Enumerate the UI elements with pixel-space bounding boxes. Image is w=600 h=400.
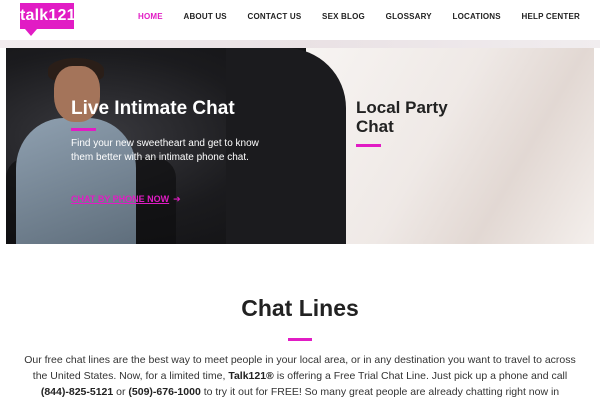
chat-by-phone-label: CHAT BY PHONE NOW bbox=[71, 194, 170, 204]
chat-lines-underline bbox=[288, 338, 312, 341]
nav-item-help-center[interactable]: HELP CENTER bbox=[521, 12, 580, 21]
arrow-right-icon: ➔ bbox=[173, 194, 181, 204]
phone-number-1[interactable]: (844)-825-5121 bbox=[41, 386, 113, 398]
live-chat-underline bbox=[71, 128, 96, 131]
live-chat-description: Find your new sweetheart and get to know… bbox=[71, 138, 259, 163]
nav-item-home[interactable]: HOME bbox=[138, 12, 163, 21]
paragraph-text-2: is offering a Free Trial Chat Line. Just… bbox=[273, 370, 568, 382]
nav-item-locations[interactable]: LOCATIONS bbox=[453, 12, 501, 21]
logo-speech-tail bbox=[25, 29, 37, 36]
hero-section: Live Intimate Chat Find your new sweethe… bbox=[6, 48, 594, 244]
chat-lines-paragraph: Our free chat lines are the best way to … bbox=[22, 352, 578, 400]
phone-number-2[interactable]: (509)-676-1000 bbox=[128, 386, 200, 398]
brand-logo[interactable]: talk121 bbox=[20, 3, 75, 29]
banner-strip bbox=[0, 40, 600, 48]
hero-right-panel[interactable] bbox=[306, 48, 594, 244]
nav-item-sex-blog[interactable]: SEX BLOG bbox=[322, 12, 365, 21]
live-chat-title: Live Intimate Chat bbox=[71, 98, 235, 119]
chat-by-phone-link[interactable]: CHAT BY PHONE NOW ➔ bbox=[71, 194, 181, 205]
paragraph-text-3: to try it out for FREE! So many great pe… bbox=[200, 386, 560, 398]
local-party-underline bbox=[356, 144, 381, 147]
nav-item-glossary[interactable]: GLOSSARY bbox=[386, 12, 432, 21]
site-header: talk121 HOME ABOUT US CONTACT US SEX BLO… bbox=[0, 0, 600, 41]
local-party-chat-title[interactable]: Local Party Chat bbox=[356, 98, 476, 136]
paragraph-or: or bbox=[113, 386, 129, 398]
main-nav: HOME ABOUT US CONTACT US SEX BLOG GLOSSA… bbox=[138, 12, 580, 21]
brand-name-text: Talk121® bbox=[228, 370, 274, 382]
nav-item-about-us[interactable]: ABOUT US bbox=[183, 12, 226, 21]
nav-item-contact-us[interactable]: CONTACT US bbox=[248, 12, 302, 21]
chat-lines-heading: Chat Lines bbox=[241, 295, 359, 321]
